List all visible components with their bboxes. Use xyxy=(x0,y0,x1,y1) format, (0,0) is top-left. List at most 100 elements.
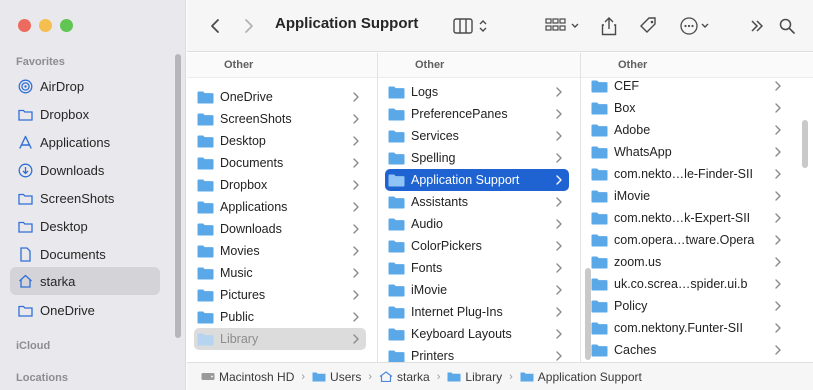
toolbar-overflow-button[interactable] xyxy=(747,15,767,37)
sidebar-item-documents[interactable]: Documents xyxy=(10,240,160,268)
folder-row[interactable]: Fonts xyxy=(385,257,569,279)
path-item[interactable]: Library xyxy=(447,370,502,384)
search-button[interactable] xyxy=(777,15,797,37)
folder-name: Adobe xyxy=(614,123,651,137)
folder-icon xyxy=(197,201,214,214)
folder-name: iMovie xyxy=(614,189,651,203)
sidebar-item-onedrive[interactable]: OneDrive xyxy=(10,296,160,324)
close-window-button[interactable] xyxy=(18,19,31,32)
sidebar-item-label: AirDrop xyxy=(40,78,85,94)
sidebar-item-airdrop[interactable]: AirDrop xyxy=(10,72,160,100)
forward-button[interactable] xyxy=(239,15,259,37)
folder-icon xyxy=(197,245,214,258)
path-item-label: Users xyxy=(330,369,362,384)
chevron-right-icon xyxy=(775,235,781,245)
folder-icon xyxy=(520,372,534,382)
sidebar-item-starka[interactable]: starka xyxy=(10,267,160,295)
folder-row[interactable]: Music xyxy=(194,262,366,284)
sidebar-item-screenshots[interactable]: ScreenShots xyxy=(10,184,160,212)
folder-row[interactable]: Policy xyxy=(588,295,788,317)
folder-row[interactable]: com.opera…tware.Opera xyxy=(588,229,788,251)
folder-row[interactable]: Adobe xyxy=(588,119,788,141)
column-1: Other OneDrive ScreenShots Desktop Document… xyxy=(187,53,378,362)
folder-row[interactable]: Public xyxy=(194,306,366,328)
folder-row[interactable]: com.nekto…le-Finder-SII xyxy=(588,163,788,185)
folder-name: Documents xyxy=(220,156,284,170)
folder-row[interactable]: ScreenShots xyxy=(194,108,366,130)
folder-row[interactable]: Application Support xyxy=(385,169,569,191)
folder-name: Printers xyxy=(411,349,455,362)
tags-button[interactable] xyxy=(637,15,659,37)
share-button[interactable] xyxy=(599,15,619,37)
path-item-disk[interactable]: Macintosh HD xyxy=(201,370,294,384)
folder-row[interactable]: Downloads xyxy=(194,218,366,240)
folder-row[interactable]: Audio xyxy=(385,213,569,235)
chevron-right-icon xyxy=(556,351,562,361)
sidebar-scrollbar[interactable] xyxy=(175,54,181,338)
path-separator: › xyxy=(509,370,513,383)
chevron-right-icon xyxy=(775,147,781,157)
folder-row[interactable]: iMovie xyxy=(588,185,788,207)
sidebar-item-desktop[interactable]: Desktop xyxy=(10,212,160,240)
folder-row[interactable]: PreferencePanes xyxy=(385,103,569,125)
sidebar-item-applications[interactable]: Applications xyxy=(10,128,160,156)
group-icon xyxy=(545,18,579,31)
path-item[interactable]: Users xyxy=(312,370,361,384)
folder-row[interactable]: Assistants xyxy=(385,191,569,213)
action-menu-button[interactable] xyxy=(679,15,715,37)
folder-name: Downloads xyxy=(220,222,282,236)
folder-row[interactable]: ColorPickers xyxy=(385,235,569,257)
folder-row[interactable]: Internet Plug-Ins xyxy=(385,301,569,323)
column-3-scrollbar[interactable] xyxy=(802,120,808,168)
folder-row[interactable]: Dropbox xyxy=(194,174,366,196)
folder-row[interactable]: com.nekto…k-Expert-SII xyxy=(588,207,788,229)
folder-row[interactable]: Applications xyxy=(194,196,366,218)
sidebar-item-label: Documents xyxy=(40,246,106,262)
chevron-right-icon xyxy=(353,136,359,146)
folder-icon xyxy=(447,372,461,382)
sidebar-item-downloads[interactable]: Downloads xyxy=(10,156,160,184)
minimize-window-button[interactable] xyxy=(39,19,52,32)
sidebar-item-dropbox[interactable]: Dropbox xyxy=(10,100,160,128)
chevron-right-icon xyxy=(353,290,359,300)
folder-icon xyxy=(591,278,608,291)
folder-row[interactable]: Pictures xyxy=(194,284,366,306)
chevron-right-icon xyxy=(775,191,781,201)
group-button[interactable] xyxy=(545,15,583,37)
back-button[interactable] xyxy=(205,15,225,37)
folder-row[interactable]: OneDrive xyxy=(194,86,366,108)
chevron-right-icon xyxy=(556,153,562,163)
folder-row[interactable]: WhatsApp xyxy=(588,141,788,163)
folder-row[interactable]: Services xyxy=(385,125,569,147)
view-mode-button[interactable] xyxy=(453,15,493,37)
folder-row[interactable]: com.nektony.Funter-SII xyxy=(588,317,788,339)
folder-icon xyxy=(197,113,214,126)
folder-icon xyxy=(197,267,214,280)
column-2-scrollbar[interactable] xyxy=(585,268,591,360)
folder-row[interactable]: Desktop xyxy=(194,130,366,152)
folder-row[interactable]: Caches xyxy=(588,339,788,361)
path-item-label: Library xyxy=(465,369,503,384)
column-3: Other CEF Box Adobe WhatsApp com.nekto…le-Fi… xyxy=(581,53,813,362)
folder-row[interactable]: zoom.us xyxy=(588,251,788,273)
chevron-right-icon xyxy=(353,92,359,102)
folder-row[interactable]: Spelling xyxy=(385,147,569,169)
folder-row[interactable]: CEF xyxy=(588,75,788,97)
folder-row[interactable]: Library xyxy=(194,328,366,350)
folder-row[interactable]: uk.co.screa…spider.ui.b xyxy=(588,273,788,295)
folder-row[interactable]: Keyboard Layouts xyxy=(385,323,569,345)
chevron-right-icon xyxy=(556,241,562,251)
sidebar-item-label: Desktop xyxy=(40,218,88,234)
path-item[interactable]: Application Support xyxy=(520,370,642,384)
zoom-window-button[interactable] xyxy=(60,19,73,32)
folder-row[interactable]: Printers xyxy=(385,345,569,362)
folder-row[interactable]: Box xyxy=(588,97,788,119)
path-item[interactable]: starka xyxy=(379,370,430,384)
path-item-label: Macintosh HD xyxy=(219,369,295,384)
folder-row[interactable]: Documents xyxy=(194,152,366,174)
folder-row[interactable]: iMovie xyxy=(385,279,569,301)
folder-row[interactable]: Logs xyxy=(385,81,569,103)
folder-row[interactable]: Movies xyxy=(194,240,366,262)
chevron-right-icon xyxy=(775,81,781,91)
chevron-right-icon xyxy=(556,109,562,119)
